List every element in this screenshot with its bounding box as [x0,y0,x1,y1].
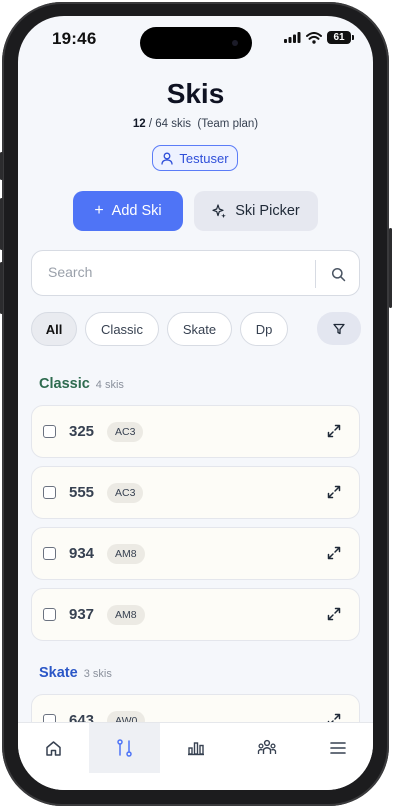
section-title: Classic [39,376,90,392]
volume-down-button [0,262,3,314]
ski-count-total: / 64 skis [148,118,192,130]
section-header-classic: Classic 4 skis [39,376,124,392]
search-input[interactable] [46,263,300,281]
expand-icon[interactable] [326,545,342,561]
ski-count: 12 / 64 skis (Team plan) [18,118,373,130]
filter-chip-all[interactable]: All [31,312,77,346]
plan-label: (Team plan) [197,118,259,130]
nav-stats[interactable] [160,723,231,773]
section-header-skate: Skate 3 skis [39,665,112,681]
ski-count-current: 12 [132,118,146,130]
search-button[interactable] [324,261,352,287]
search-icon [331,267,345,281]
filter-chip-dp[interactable]: Dp [240,312,288,346]
dynamic-island [140,27,252,59]
mute-switch [0,152,3,180]
expand-icon[interactable] [326,606,342,622]
ski-tag: AM8 [107,605,145,625]
filter-button[interactable] [317,312,361,345]
filter-chip-classic[interactable]: Classic [85,312,159,346]
add-ski-button[interactable]: + Add Ski [73,191,183,231]
ski-card[interactable]: 555 AC3 [31,466,360,519]
ski-picker-label: Ski Picker [235,203,300,219]
select-checkbox[interactable] [43,425,56,438]
search-bar [31,250,360,296]
status-icons: 61 [284,31,354,44]
stats-icon [187,742,204,756]
status-time: 19:46 [52,29,97,48]
wifi-icon [306,31,322,44]
nav-skis[interactable] [89,723,160,773]
section-count: 4 skis [95,379,124,391]
ski-card[interactable]: 934 AM8 [31,527,360,580]
skis-icon [117,739,132,757]
user-name: Testuser [179,150,229,166]
select-checkbox[interactable] [43,608,56,621]
team-icon [257,739,276,754]
sparkles-icon [212,203,227,218]
ski-number: 325 [69,423,95,440]
ski-tag: AC3 [107,422,144,442]
user-chip[interactable]: Testuser [152,145,238,171]
page-title: Skis [166,78,225,109]
section-title: Skate [39,665,78,681]
user-icon [161,152,174,165]
filter-chip-skate[interactable]: Skate [167,312,232,346]
battery-indicator: 61 [327,31,354,44]
nav-team[interactable] [231,723,302,773]
ski-number: 937 [69,606,95,623]
ski-tag: AM8 [107,544,145,564]
app-screen: 19:46 61 Skis 12 / 64 skis (Team plan) T… [18,16,373,790]
add-ski-label: Add Ski [111,203,162,219]
home-icon [46,740,61,756]
menu-icon [329,742,346,754]
expand-icon[interactable] [326,484,342,500]
plus-icon: + [94,202,104,219]
nav-menu[interactable] [302,723,373,773]
bottom-nav [18,722,373,790]
ski-picker-button[interactable]: Ski Picker [194,191,318,231]
volume-up-button [0,198,3,250]
camera-dot [232,40,238,46]
search-divider [315,260,316,288]
ski-card[interactable]: 937 AM8 [31,588,360,641]
ski-number: 934 [69,545,95,562]
section-count: 3 skis [83,668,112,680]
ski-tag: AC3 [107,483,144,503]
funnel-icon [333,323,345,334]
expand-icon[interactable] [326,423,342,439]
select-checkbox[interactable] [43,486,56,499]
ski-number: 555 [69,484,95,501]
select-checkbox[interactable] [43,547,56,560]
power-button [389,228,392,308]
ski-card[interactable]: 325 AC3 [31,405,360,458]
signal-icon [284,32,301,43]
nav-home[interactable] [18,723,89,773]
